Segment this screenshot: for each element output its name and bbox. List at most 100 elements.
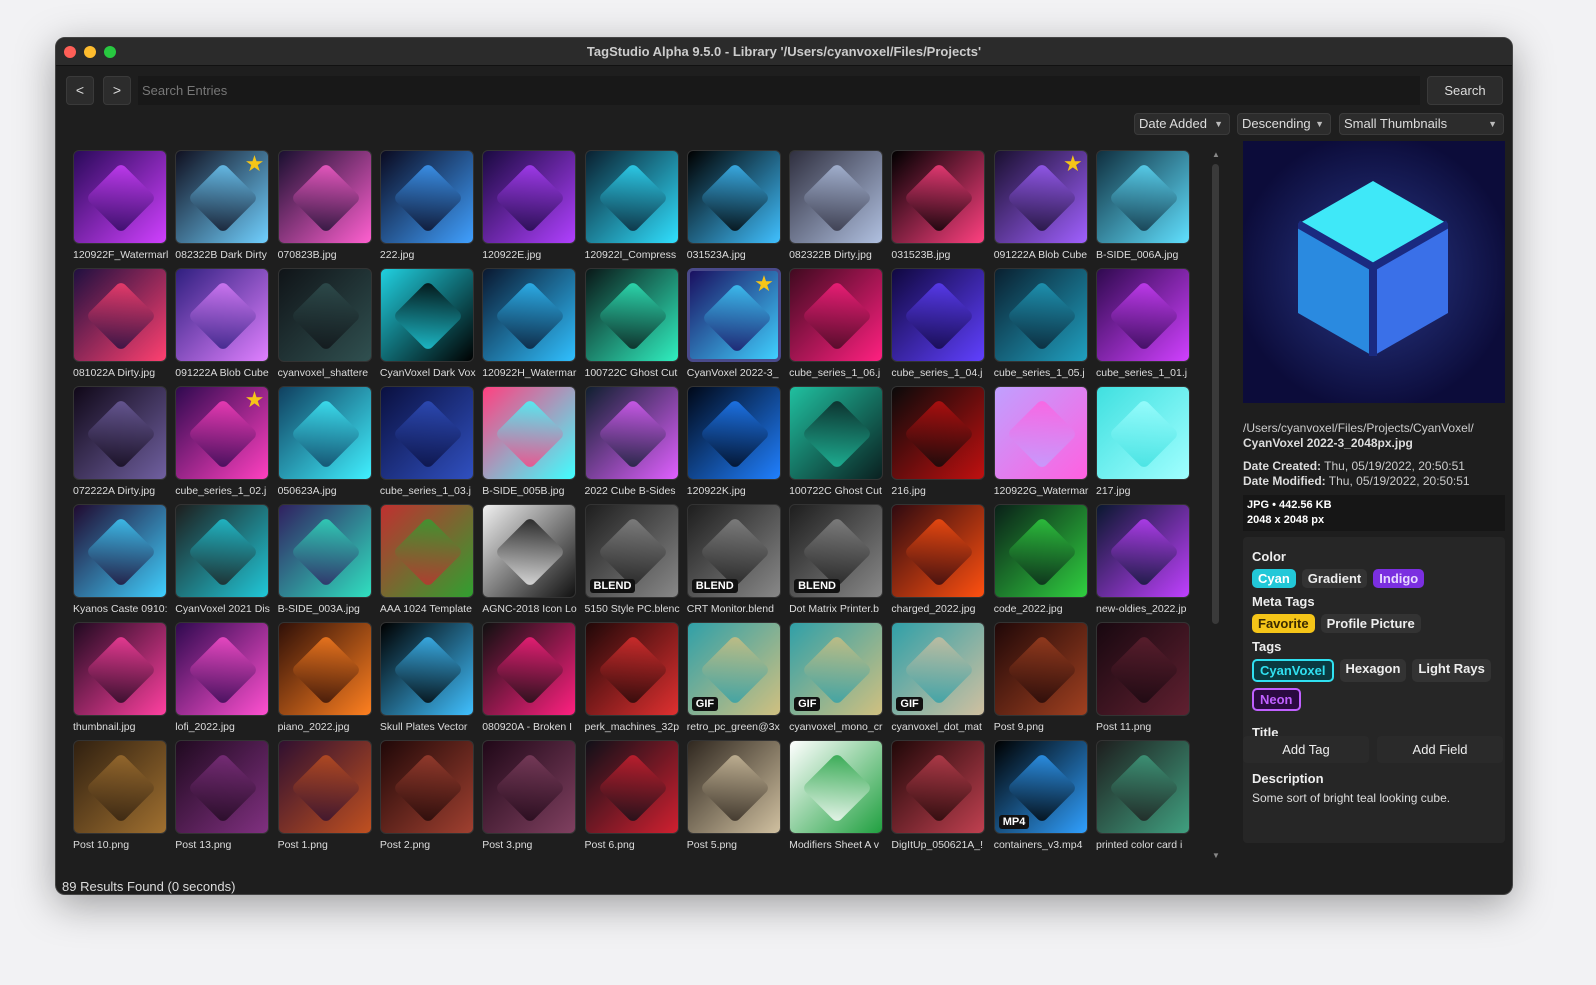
entry-item[interactable]: Post 5.png	[686, 740, 783, 851]
entry-thumbnail[interactable]	[73, 740, 167, 834]
entry-item[interactable]: 080920A - Broken I	[482, 622, 578, 733]
entry-thumbnail[interactable]	[1096, 386, 1190, 480]
sort-field-dropdown[interactable]: Date Added ▼	[1134, 113, 1230, 135]
tag-chip[interactable]: Indigo	[1373, 569, 1425, 588]
entry-item[interactable]: B-SIDE_006A.jpg	[1096, 150, 1192, 261]
entry-thumbnail[interactable]	[175, 740, 270, 834]
entry-item[interactable]: 100722C Ghost Cut	[789, 386, 885, 497]
tag-chip[interactable]: Cyan	[1252, 569, 1296, 588]
entry-item[interactable]: cube_series_1_05.j	[993, 268, 1090, 379]
tag-chip[interactable]: Gradient	[1301, 569, 1368, 588]
entry-item[interactable]: 120922F_Watermarl	[73, 150, 169, 261]
add-field-button[interactable]: Add Field	[1377, 736, 1503, 763]
entry-thumbnail[interactable]	[482, 268, 577, 362]
entry-thumbnail[interactable]	[379, 386, 474, 480]
entry-item[interactable]: Modifiers Sheet A v	[789, 740, 885, 851]
entry-item[interactable]: cube_series_1_01.j	[1096, 268, 1192, 379]
entry-thumbnail[interactable]	[277, 386, 372, 480]
forward-button[interactable]: >	[103, 76, 131, 105]
back-button[interactable]: <	[66, 76, 94, 105]
entry-item[interactable]: 120922I_Compress	[584, 150, 681, 261]
entry-thumbnail[interactable]	[175, 622, 270, 716]
entry-item[interactable]: 031523B.jpg	[891, 150, 987, 261]
entry-item[interactable]: Post 1.png	[277, 740, 374, 851]
entry-thumbnail[interactable]	[686, 740, 781, 834]
entry-thumbnail[interactable]	[482, 740, 577, 834]
entry-thumbnail[interactable]	[789, 150, 884, 244]
minimize-button[interactable]	[84, 46, 96, 58]
entry-item[interactable]: Post 2.png	[379, 740, 476, 851]
entry-thumbnail[interactable]	[1096, 504, 1190, 598]
entry-item[interactable]: BLEND Dot Matrix Printer.b	[789, 504, 885, 615]
entry-item[interactable]: charged_2022.jpg	[891, 504, 987, 615]
entry-item[interactable]: 082322B Dirty.jpg	[789, 150, 885, 261]
entry-item[interactable]: printed color card i	[1096, 740, 1192, 851]
entry-item[interactable]: ★ CyanVoxel 2022-3_	[686, 268, 783, 379]
entry-item[interactable]: B-SIDE_003A.jpg	[277, 504, 374, 615]
entry-item[interactable]: GIF retro_pc_green@3x	[686, 622, 783, 733]
entry-item[interactable]: ★ 091222A Blob Cube	[993, 150, 1090, 261]
entry-item[interactable]: cyanvoxel_shattere	[277, 268, 374, 379]
entry-item[interactable]: 217.jpg	[1096, 386, 1192, 497]
entry-item[interactable]: GIF cyanvoxel_mono_cr	[789, 622, 885, 733]
entry-item[interactable]: BLEND 5150 Style PC.blenc	[584, 504, 681, 615]
entry-thumbnail[interactable]: GIF	[891, 622, 986, 716]
search-input[interactable]	[138, 76, 1420, 105]
entry-item[interactable]: 072222A Dirty.jpg	[73, 386, 169, 497]
entry-item[interactable]: CyanVoxel Dark Vox	[379, 268, 476, 379]
entry-thumbnail[interactable]	[482, 622, 577, 716]
entry-thumbnail[interactable]: ★	[993, 150, 1088, 244]
grid-scrollbar[interactable]: ▲ ▼	[1210, 150, 1222, 860]
entry-item[interactable]: 120922H_Watermar	[482, 268, 578, 379]
entry-thumbnail[interactable]	[379, 268, 474, 362]
entry-thumbnail[interactable]	[584, 150, 679, 244]
entry-thumbnail[interactable]	[277, 740, 372, 834]
entry-item[interactable]: thumbnail.jpg	[73, 622, 169, 733]
tag-chip[interactable]: Favorite	[1252, 614, 1315, 633]
tag-chip[interactable]: Profile Picture	[1320, 614, 1421, 633]
entry-item[interactable]: 2022 Cube B-Sides	[584, 386, 681, 497]
entry-item[interactable]: 100722C Ghost Cut	[584, 268, 681, 379]
search-button[interactable]: Search	[1427, 76, 1503, 105]
entry-thumbnail[interactable]	[175, 504, 270, 598]
entry-thumbnail[interactable]	[686, 386, 781, 480]
entry-item[interactable]: Skull Plates Vector	[379, 622, 476, 733]
entry-thumbnail[interactable]	[584, 386, 679, 480]
entry-thumbnail[interactable]	[686, 150, 781, 244]
entry-item[interactable]: Post 3.png	[482, 740, 578, 851]
entry-thumbnail[interactable]	[175, 268, 270, 362]
entry-item[interactable]: 050623A.jpg	[277, 386, 374, 497]
view-size-dropdown[interactable]: Small Thumbnails ▼	[1339, 113, 1504, 135]
entry-thumbnail[interactable]	[277, 504, 372, 598]
entry-item[interactable]: B-SIDE_005B.jpg	[482, 386, 578, 497]
entry-thumbnail[interactable]	[993, 268, 1088, 362]
entry-thumbnail[interactable]: GIF	[686, 622, 781, 716]
entry-thumbnail[interactable]	[379, 622, 474, 716]
entry-thumbnail[interactable]	[277, 268, 372, 362]
entry-item[interactable]: lofi_2022.jpg	[175, 622, 271, 733]
entry-thumbnail[interactable]	[73, 268, 167, 362]
sort-order-dropdown[interactable]: Descending ▼	[1237, 113, 1331, 135]
entry-thumbnail[interactable]	[277, 622, 372, 716]
entry-item[interactable]: 070823B.jpg	[277, 150, 374, 261]
entry-thumbnail[interactable]	[73, 504, 167, 598]
entry-thumbnail[interactable]	[584, 740, 679, 834]
entry-thumbnail[interactable]	[73, 622, 167, 716]
entry-thumbnail[interactable]	[379, 150, 474, 244]
scrollbar-thumb[interactable]	[1212, 164, 1219, 624]
entry-thumbnail[interactable]	[789, 268, 884, 362]
entry-thumbnail[interactable]	[482, 504, 577, 598]
entry-item[interactable]: 120922K.jpg	[686, 386, 783, 497]
entry-item[interactable]: code_2022.jpg	[993, 504, 1090, 615]
entry-thumbnail[interactable]	[73, 150, 167, 244]
entry-item[interactable]: ★ cube_series_1_02.j	[175, 386, 271, 497]
entry-thumbnail[interactable]	[379, 504, 474, 598]
entry-thumbnail[interactable]	[482, 150, 577, 244]
entry-thumbnail[interactable]	[482, 386, 577, 480]
tag-chip[interactable]: Neon	[1252, 688, 1301, 711]
entry-item[interactable]: Post 9.png	[993, 622, 1090, 733]
entry-thumbnail[interactable]	[891, 150, 986, 244]
entry-item[interactable]: AGNC-2018 Icon Lo	[482, 504, 578, 615]
entry-item[interactable]: AAA 1024 Template	[379, 504, 476, 615]
file-path[interactable]: /Users/cyanvoxel/Files/Projects/CyanVoxe…	[1243, 421, 1505, 451]
